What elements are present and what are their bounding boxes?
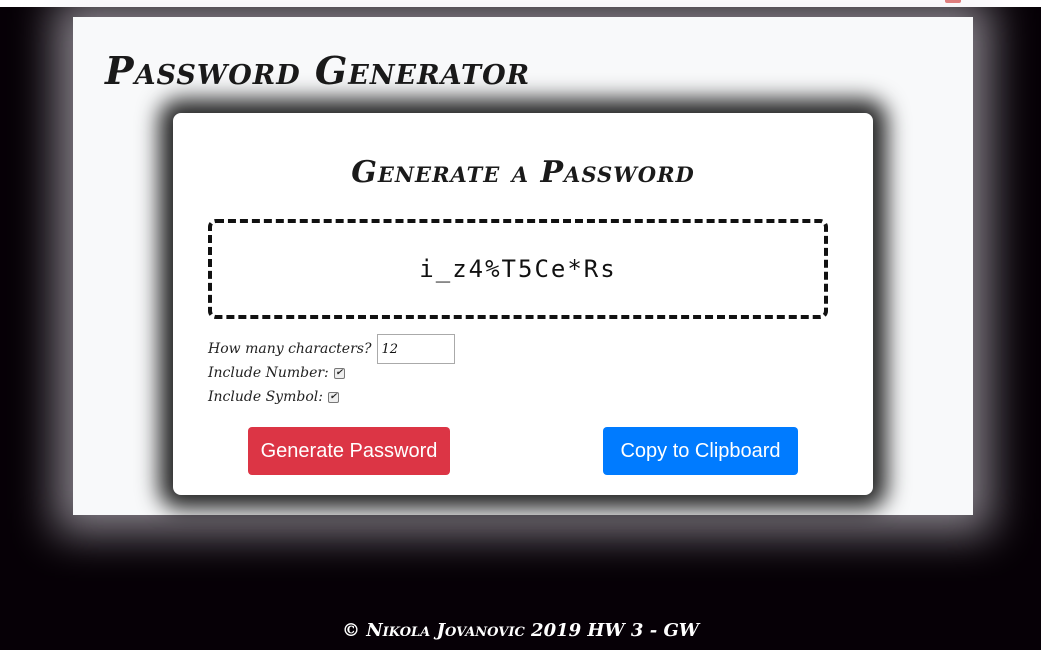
symbol-option: Include Symbol: ✔	[208, 389, 339, 405]
number-label: Include Number:	[208, 365, 329, 381]
password-display[interactable]: i_z4%T5Ce*Rs	[208, 219, 828, 319]
page-title: Password Generator	[105, 48, 531, 93]
length-option: How many characters?	[208, 334, 456, 364]
number-option: Include Number: ✔	[208, 365, 345, 381]
symbol-label: Include Symbol:	[208, 389, 323, 405]
card-title: Generate a Password	[351, 155, 695, 190]
include-number-checkbox[interactable]: ✔	[333, 367, 345, 379]
password-text: i_z4%T5Ce*Rs	[419, 255, 617, 283]
length-input[interactable]	[377, 334, 456, 364]
copy-to-clipboard-button[interactable]: Copy to Clipboard	[603, 427, 798, 475]
browser-top-strip	[0, 0, 1041, 7]
generator-card: Generate a Password i_z4%T5Ce*Rs How man…	[173, 113, 873, 495]
include-symbol-checkbox[interactable]: ✔	[327, 391, 339, 403]
length-label: How many characters?	[208, 341, 372, 357]
generate-password-button[interactable]: Generate Password	[248, 427, 450, 475]
corner-indicator	[945, 0, 961, 3]
footer-credit: © Nikola Jovanovic 2019 HW 3 - GW	[341, 620, 700, 641]
